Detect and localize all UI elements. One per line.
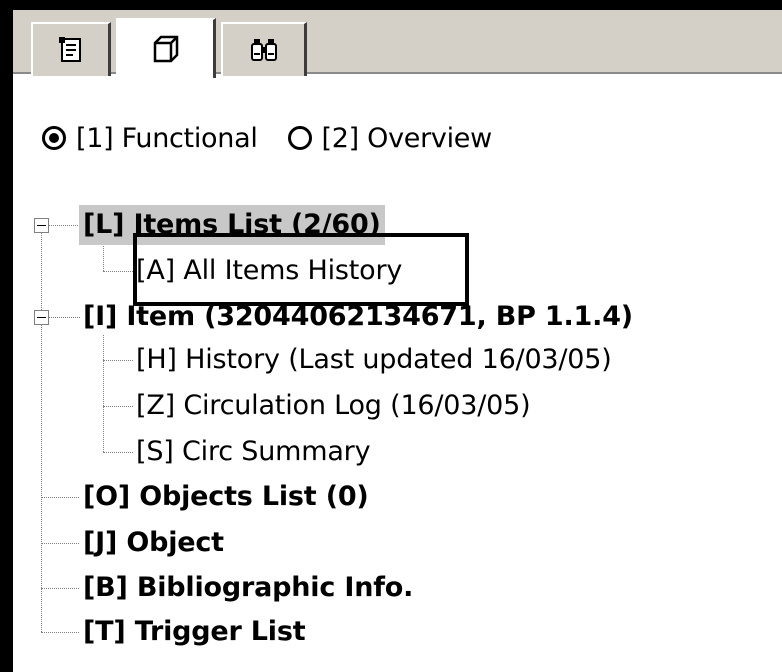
tree-connector [41, 543, 79, 544]
tab-objects[interactable] [116, 18, 216, 78]
collapse-toggle-item[interactable] [34, 310, 49, 325]
tree-connector [103, 271, 133, 272]
tree-node-items-list[interactable]: [L] Items List (2/60) [79, 205, 385, 245]
tree-connector [48, 225, 80, 226]
tree-node-object[interactable]: [J] Object [83, 523, 224, 563]
tree-node-trigger-list[interactable]: [T] Trigger List [83, 612, 306, 652]
cube-icon [149, 32, 183, 66]
tree-connector [103, 360, 133, 361]
tree-connector [41, 588, 79, 589]
tree-connector [48, 317, 80, 318]
tree-branch-connector [103, 335, 104, 452]
tree-connector [41, 632, 79, 633]
navigation-tree: [L] Items List (2/60) [A] All Items Hist… [0, 0, 782, 672]
tree-root-connector [41, 232, 42, 632]
tree-connector [103, 452, 133, 453]
tree-node-bibliographic-info[interactable]: [B] Bibliographic Info. [83, 568, 413, 608]
tree-node-circulation-log[interactable]: [Z] Circulation Log (16/03/05) [136, 386, 531, 426]
tree-node-all-items-history[interactable]: [A] All Items History [136, 251, 402, 291]
tree-connector [103, 406, 133, 407]
tree-branch-connector [103, 243, 104, 271]
tree-connector [41, 497, 79, 498]
tree-node-objects-list[interactable]: [O] Objects List (0) [83, 477, 369, 517]
tree-node-item[interactable]: [I] Item (32044062134671, BP 1.1.4) [83, 297, 633, 337]
tree-node-history[interactable]: [H] History (Last updated 16/03/05) [136, 340, 612, 380]
tree-node-circ-summary[interactable]: [S] Circ Summary [136, 432, 371, 472]
collapse-toggle-items-list[interactable] [34, 218, 49, 233]
